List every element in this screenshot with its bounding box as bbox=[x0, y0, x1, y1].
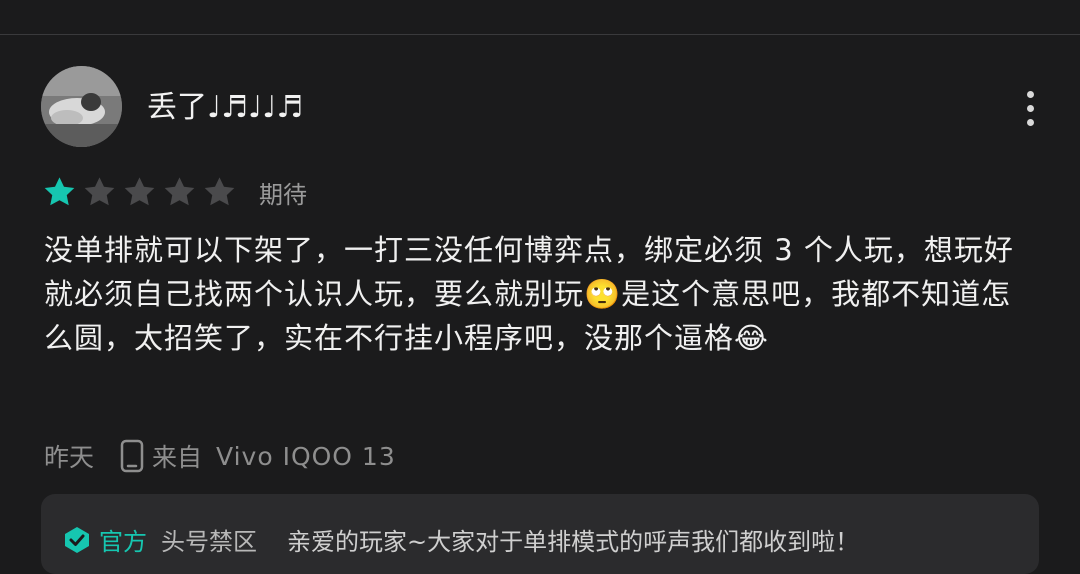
official-label: 官方 bbox=[99, 528, 147, 556]
star-rating bbox=[41, 174, 241, 211]
avatar-image bbox=[41, 66, 122, 147]
star-icon bbox=[204, 176, 235, 205]
more-dot bbox=[1026, 104, 1034, 112]
more-vertical-icon bbox=[1026, 90, 1034, 98]
star-icon bbox=[124, 176, 155, 205]
review-time: 昨天 bbox=[44, 443, 95, 472]
official-reply-line: 官方 头号禁区 亲爱的玩家~大家对于单排模式的呼声我们都收到啦！ bbox=[63, 522, 859, 557]
more-options-button[interactable] bbox=[1014, 88, 1046, 128]
official-badge-icon bbox=[65, 526, 89, 553]
star-icon bbox=[164, 176, 195, 205]
avatar[interactable] bbox=[41, 66, 122, 147]
rating-label: 期待 bbox=[259, 180, 307, 209]
rating-row: 期待 bbox=[41, 172, 307, 212]
top-divider bbox=[0, 34, 1080, 35]
device-prefix: 来自 bbox=[152, 443, 203, 472]
phone-icon bbox=[120, 439, 144, 473]
device-name: Vivo IQOO 13 bbox=[216, 441, 396, 471]
star-icon bbox=[44, 176, 75, 205]
review-meta: 昨天 来自 Vivo IQOO 13 bbox=[44, 436, 396, 476]
review-text: 没单排就可以下架了，一打三没任何博弈点，绑定必须 3 个人玩，想玩好就必须自己找… bbox=[44, 233, 1014, 355]
reply-text: 亲爱的玩家~大家对于单排模式的呼声我们都收到啦！ bbox=[287, 528, 860, 556]
username[interactable]: 丢了♩♬♩♩♬ bbox=[147, 88, 303, 128]
more-dot bbox=[1026, 118, 1034, 126]
reply-author: 头号禁区 bbox=[161, 528, 257, 556]
star-icon bbox=[84, 176, 115, 205]
official-reply-card[interactable]: 官方 头号禁区 亲爱的玩家~大家对于单排模式的呼声我们都收到啦！ bbox=[41, 494, 1039, 574]
